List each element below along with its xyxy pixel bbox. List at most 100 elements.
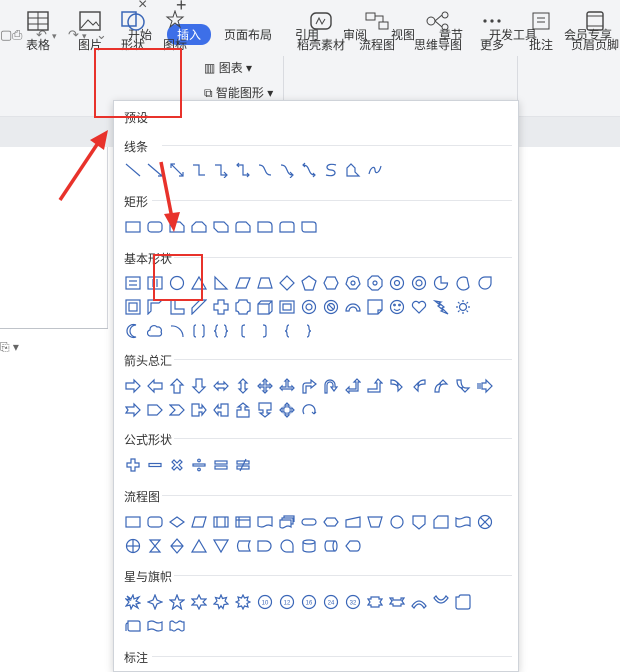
display-shape[interactable]	[342, 535, 364, 557]
chevron-shape[interactable]	[166, 399, 188, 421]
star-16-point-shape[interactable]: 16	[298, 591, 320, 613]
star-4-point-shape[interactable]	[144, 591, 166, 613]
snip-round-rectangle-shape[interactable]	[232, 216, 254, 238]
curved-arrow-connector-shape[interactable]	[276, 159, 298, 181]
double-bracket-shape[interactable]	[188, 320, 210, 342]
left-right-up-arrow-shape[interactable]	[276, 375, 298, 397]
moon-shape[interactable]	[122, 320, 144, 342]
hexagon-shape[interactable]	[320, 272, 342, 294]
curved-left-arrow-shape[interactable]	[408, 375, 430, 397]
internal-storage-shape[interactable]	[232, 511, 254, 533]
round-same-side-rectangle-shape[interactable]	[276, 216, 298, 238]
striped-right-arrow-shape[interactable]	[474, 375, 496, 397]
left-arrow-shape[interactable]	[144, 375, 166, 397]
down-ribbon-shape[interactable]	[386, 591, 408, 613]
chord-shape[interactable]	[452, 272, 474, 294]
double-wave-shape[interactable]	[166, 615, 188, 637]
quad-arrow-shape[interactable]	[254, 375, 276, 397]
star-7-point-shape[interactable]	[210, 591, 232, 613]
pie-shape[interactable]	[430, 272, 452, 294]
equal-shape[interactable]	[210, 454, 232, 476]
right-arrow-callout-shape[interactable]	[188, 399, 210, 421]
menu-page-layout[interactable]: 页面布局	[224, 26, 272, 43]
off-page-connector-shape[interactable]	[408, 511, 430, 533]
parallelogram-shape[interactable]	[232, 272, 254, 294]
stored-data-shape[interactable]	[232, 535, 254, 557]
multidocument-shape[interactable]	[276, 511, 298, 533]
division-shape[interactable]	[188, 454, 210, 476]
elbow-double-arrow-connector-shape[interactable]	[232, 159, 254, 181]
bent-arrow-shape[interactable]	[298, 375, 320, 397]
folded-corner-shape[interactable]	[364, 296, 386, 318]
trapezoid-shape[interactable]	[254, 272, 276, 294]
star-10-point-shape[interactable]: 10	[254, 591, 276, 613]
card-shape[interactable]	[430, 511, 452, 533]
flowchart-button[interactable]: 流程图	[354, 4, 400, 62]
rectangle-shape[interactable]	[122, 216, 144, 238]
right-brace-shape[interactable]	[298, 320, 320, 342]
punched-tape-shape[interactable]	[452, 511, 474, 533]
alternate-process-shape[interactable]	[144, 511, 166, 533]
freeform-shape[interactable]	[342, 159, 364, 181]
manual-operation-shape[interactable]	[364, 511, 386, 533]
process-shape[interactable]	[122, 511, 144, 533]
multiply-shape[interactable]	[166, 454, 188, 476]
sort-shape[interactable]	[166, 535, 188, 557]
teardrop-shape[interactable]	[474, 272, 496, 294]
right-triangle-shape[interactable]	[210, 272, 232, 294]
cloud-shape[interactable]	[144, 320, 166, 342]
left-bracket-shape[interactable]	[232, 320, 254, 342]
minus-shape[interactable]	[144, 454, 166, 476]
up-arrow-callout-shape[interactable]	[232, 399, 254, 421]
up-ribbon-shape[interactable]	[364, 591, 386, 613]
curved-down-arrow-shape[interactable]	[452, 375, 474, 397]
magnetic-disk-shape[interactable]	[298, 535, 320, 557]
star-8-point-shape[interactable]	[232, 591, 254, 613]
star-24-point-shape[interactable]: 24	[320, 591, 342, 613]
right-arrow-shape[interactable]	[122, 375, 144, 397]
curved-right-arrow-shape[interactable]	[386, 375, 408, 397]
manual-input-shape[interactable]	[342, 511, 364, 533]
star-5-point-shape[interactable]	[166, 591, 188, 613]
curved-down-ribbon-shape[interactable]	[430, 591, 452, 613]
elbow-arrow-connector-shape[interactable]	[210, 159, 232, 181]
elbow-connector-shape[interactable]	[188, 159, 210, 181]
up-arrow-shape[interactable]	[166, 375, 188, 397]
text-box-shape[interactable]	[122, 272, 144, 294]
smartart-button[interactable]: ⧉ 智能图形 ▾	[204, 84, 273, 101]
scribble-shape[interactable]	[364, 159, 386, 181]
curved-double-arrow-connector-shape[interactable]	[298, 159, 320, 181]
down-arrow-shape[interactable]	[188, 375, 210, 397]
snip-diagonal-rectangle-shape[interactable]	[210, 216, 232, 238]
dodecagon-shape[interactable]	[408, 272, 430, 294]
curved-up-ribbon-shape[interactable]	[408, 591, 430, 613]
paste-options-icon[interactable]: ⎘ ▾	[0, 340, 19, 355]
left-brace-shape[interactable]	[276, 320, 298, 342]
file-icon[interactable]: ▢	[0, 27, 12, 43]
collate-shape[interactable]	[144, 535, 166, 557]
decision-shape[interactable]	[166, 511, 188, 533]
star-12-point-shape[interactable]: 12	[276, 591, 298, 613]
plaque-shape[interactable]	[232, 296, 254, 318]
snip-same-side-rectangle-shape[interactable]	[188, 216, 210, 238]
explosion-shape[interactable]	[122, 591, 144, 613]
circular-arrow-shape[interactable]	[298, 399, 320, 421]
round-diagonal-rectangle-shape[interactable]	[298, 216, 320, 238]
data-shape[interactable]	[188, 511, 210, 533]
connector-shape[interactable]	[386, 511, 408, 533]
summing-junction-shape[interactable]	[474, 511, 496, 533]
heart-shape[interactable]	[408, 296, 430, 318]
document-shape[interactable]	[254, 511, 276, 533]
left-arrow-callout-shape[interactable]	[210, 399, 232, 421]
line-shape[interactable]	[122, 159, 144, 181]
curve-shape[interactable]	[320, 159, 342, 181]
right-bracket-shape[interactable]	[254, 320, 276, 342]
frame-shape[interactable]	[122, 296, 144, 318]
mindmap-button[interactable]: 思维导图	[409, 4, 467, 62]
curved-up-arrow-shape[interactable]	[430, 375, 452, 397]
direct-access-storage-shape[interactable]	[320, 535, 342, 557]
comment-button[interactable]: 批注	[525, 4, 557, 62]
u-turn-arrow-shape[interactable]	[320, 375, 342, 397]
chart-button[interactable]: ▥ 图表 ▾	[204, 59, 252, 76]
bent-up-arrow-shape[interactable]	[364, 375, 386, 397]
